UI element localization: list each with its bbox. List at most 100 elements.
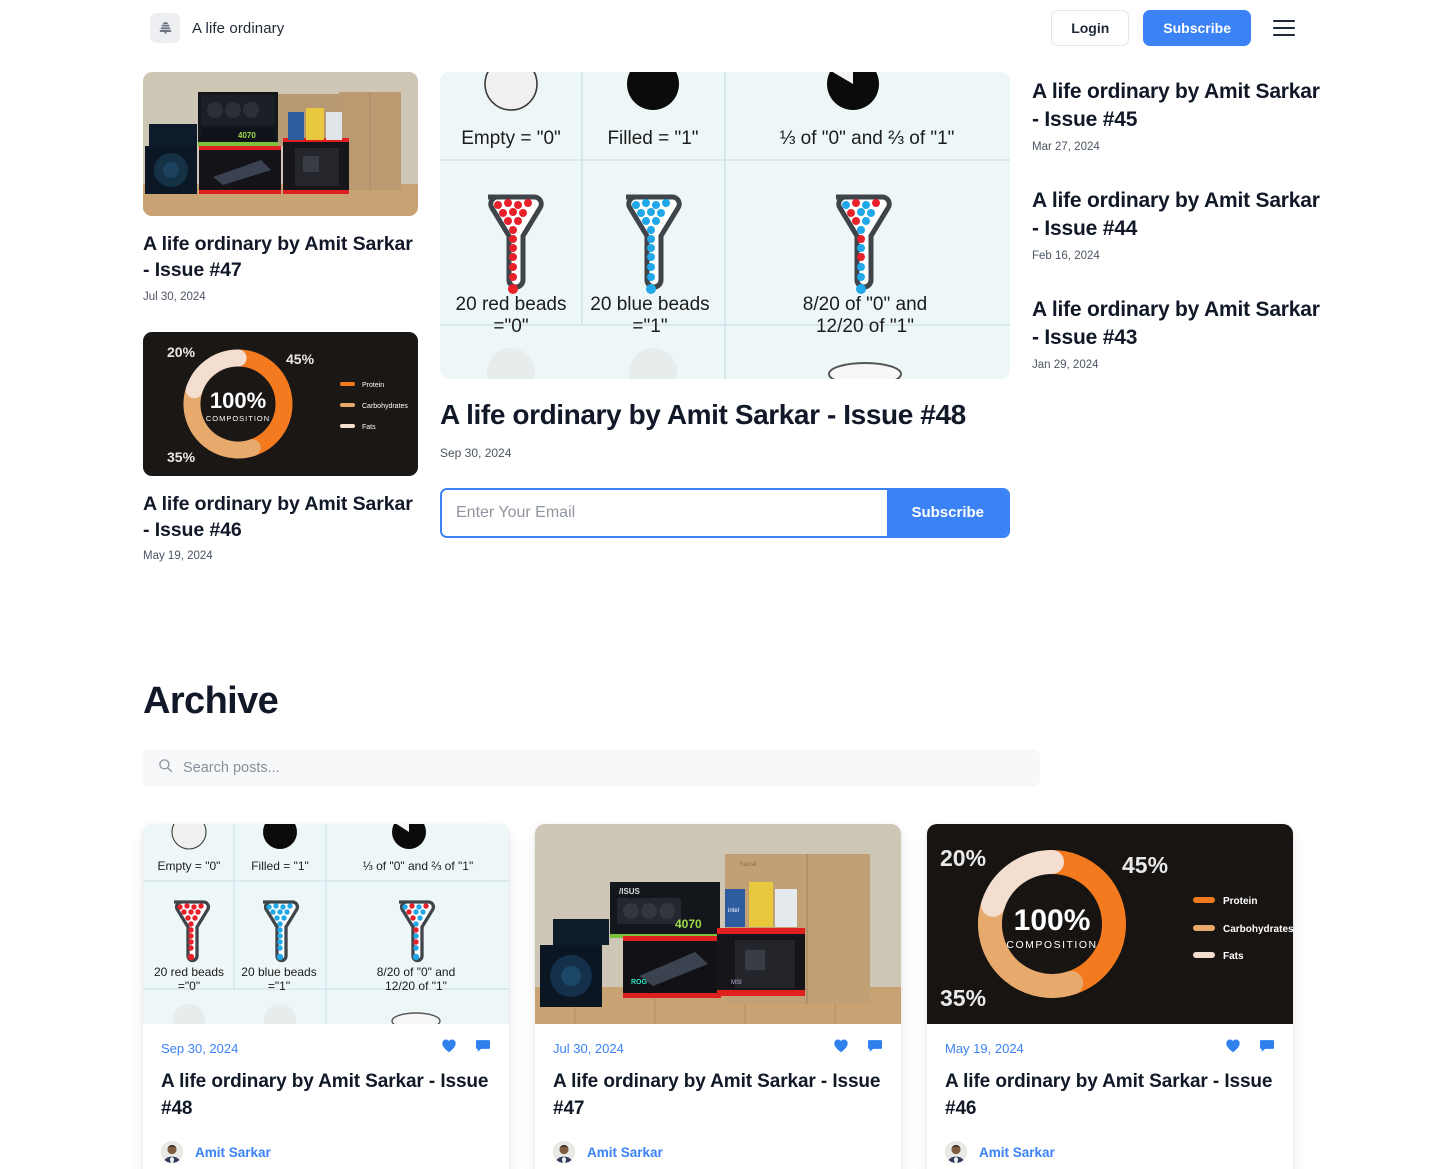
svg-text:20%: 20%: [940, 845, 986, 871]
hero-section: 4070 A life ordinary by Amit Sarkar - Is…: [0, 56, 1440, 562]
card-actions: [833, 1038, 883, 1058]
qubit-beads-diagram[interactable]: Empty = "0" Filled = "1" ⅓ of "0" and ⅔ …: [143, 824, 509, 1025]
author-name[interactable]: Amit Sarkar: [587, 1145, 663, 1160]
svg-text:8/20 of "0" and: 8/20 of "0" and: [377, 965, 456, 979]
card-actions: [441, 1038, 491, 1058]
card-date: Jul 30, 2024: [553, 1040, 624, 1056]
card-body: Jul 30, 2024 A life ordinary by Amit Sar…: [535, 1024, 901, 1169]
post-title[interactable]: A life ordinary by Amit Sarkar - Issue #…: [143, 491, 418, 544]
beehive-icon: [150, 13, 180, 43]
archive-card-47[interactable]: fractal /ISUS 4070 ROG MSI intel Jul 30,…: [535, 824, 901, 1169]
card-author[interactable]: Amit Sarkar: [553, 1141, 883, 1164]
comment-icon[interactable]: [475, 1038, 491, 1058]
archive-card-46[interactable]: 100% COMPOSITION 20% 45% 35% Protein Car…: [927, 824, 1293, 1169]
card-meta: Sep 30, 2024: [161, 1038, 491, 1058]
search-posts-bar[interactable]: [143, 749, 1040, 788]
post-title[interactable]: A life ordinary by Amit Sarkar - Issue #…: [143, 231, 418, 284]
archive-grid: Empty = "0" Filled = "1" ⅓ of "0" and ⅔ …: [143, 824, 1440, 1169]
svg-text:35%: 35%: [167, 449, 196, 465]
recent-post-title[interactable]: A life ordinary by Amit Sarkar - Issue #…: [1032, 296, 1322, 352]
recent-post-43[interactable]: A life ordinary by Amit Sarkar - Issue #…: [1032, 296, 1322, 371]
archive-card-48[interactable]: Empty = "0" Filled = "1" ⅓ of "0" and ⅔ …: [143, 824, 509, 1169]
featured-post[interactable]: Empty = "0" Filled = "1" ⅓ of "0" and ⅔ …: [440, 72, 1010, 460]
svg-text:35%: 35%: [940, 985, 986, 1011]
heart-icon[interactable]: [441, 1038, 457, 1058]
svg-text:⅓ of "0" and ⅔ of "1": ⅓ of "0" and ⅔ of "1": [363, 859, 473, 873]
featured-post-date: Sep 30, 2024: [440, 445, 512, 460]
svg-text:ROG: ROG: [631, 979, 648, 986]
svg-text:COMPOSITION: COMPOSITION: [206, 414, 270, 423]
subscribe-submit-button[interactable]: Subscribe: [887, 489, 1008, 536]
svg-text:20 red beads: 20 red beads: [154, 965, 224, 979]
hero-featured-column: Empty = "0" Filled = "1" ⅓ of "0" and ⅔ …: [440, 72, 1010, 562]
svg-text:COMPOSITION: COMPOSITION: [1006, 939, 1097, 951]
card-meta: Jul 30, 2024: [553, 1038, 883, 1058]
card-body: May 19, 2024 A life ordinary by Amit Sar…: [927, 1024, 1293, 1169]
svg-text:Fats: Fats: [1223, 951, 1244, 962]
hamburger-menu-icon[interactable]: [1273, 20, 1295, 36]
heart-icon[interactable]: [1225, 1038, 1241, 1058]
svg-text:20%: 20%: [167, 344, 196, 360]
svg-text:Carbohydrates: Carbohydrates: [1223, 924, 1293, 935]
svg-text:MSI: MSI: [731, 980, 742, 986]
recent-post-44[interactable]: A life ordinary by Amit Sarkar - Issue #…: [1032, 187, 1322, 262]
hero-post-47[interactable]: 4070 A life ordinary by Amit Sarkar - Is…: [143, 72, 418, 303]
card-title[interactable]: A life ordinary by Amit Sarkar - Issue #…: [945, 1069, 1275, 1123]
login-button[interactable]: Login: [1051, 10, 1130, 46]
svg-text:Empty = "0": Empty = "0": [461, 128, 561, 149]
email-field[interactable]: [442, 489, 888, 536]
pc-components-boxes-photo[interactable]: fractal /ISUS 4070 ROG MSI intel: [535, 824, 901, 1025]
card-title[interactable]: A life ordinary by Amit Sarkar - Issue #…: [161, 1069, 491, 1123]
hero-post-46[interactable]: 100% COMPOSITION 20% 45% 35% Protein Car…: [143, 331, 418, 562]
svg-text:20 blue beads: 20 blue beads: [241, 965, 316, 979]
site-header: A life ordinary Login Subscribe: [0, 0, 1440, 56]
recent-posts-list: A life ordinary by Amit Sarkar - Issue #…: [1032, 72, 1322, 562]
comment-icon[interactable]: [867, 1038, 883, 1058]
svg-text:8/20 of "0" and: 8/20 of "0" and: [803, 294, 927, 315]
svg-text:intel: intel: [728, 908, 739, 914]
author-name[interactable]: Amit Sarkar: [979, 1145, 1055, 1160]
svg-text:="0": ="0": [493, 316, 528, 337]
macronutrient-donut-chart[interactable]: 100% COMPOSITION 20% 45% 35% Protein Car…: [927, 824, 1293, 1025]
svg-text:4070: 4070: [675, 917, 702, 931]
header-actions: Login Subscribe: [1051, 10, 1295, 46]
card-actions: [1225, 1038, 1275, 1058]
author-name[interactable]: Amit Sarkar: [195, 1145, 271, 1160]
recent-post-date: Mar 27, 2024: [1032, 140, 1100, 153]
brand[interactable]: A life ordinary: [150, 13, 284, 43]
svg-text:⅓ of "0" and ⅔ of "1": ⅓ of "0" and ⅔ of "1": [780, 128, 955, 149]
recent-post-45[interactable]: A life ordinary by Amit Sarkar - Issue #…: [1032, 78, 1322, 153]
post-date: Jul 30, 2024: [143, 290, 206, 303]
svg-text:20 blue beads: 20 blue beads: [590, 294, 709, 315]
svg-text:Filled = "1": Filled = "1": [251, 859, 309, 873]
recent-post-title[interactable]: A life ordinary by Amit Sarkar - Issue #…: [1032, 187, 1322, 243]
svg-text:12/20 of "1": 12/20 of "1": [816, 316, 914, 337]
card-author[interactable]: Amit Sarkar: [945, 1141, 1275, 1164]
recent-post-title[interactable]: A life ordinary by Amit Sarkar - Issue #…: [1032, 78, 1322, 134]
avatar: [553, 1141, 575, 1164]
subscribe-button-header[interactable]: Subscribe: [1143, 10, 1251, 46]
card-author[interactable]: Amit Sarkar: [161, 1141, 491, 1164]
card-date: Sep 30, 2024: [161, 1040, 239, 1056]
svg-text:="1": ="1": [268, 979, 290, 993]
heart-icon[interactable]: [833, 1038, 849, 1058]
card-meta: May 19, 2024: [945, 1038, 1275, 1058]
search-input[interactable]: [183, 760, 1025, 777]
svg-text:Protein: Protein: [1223, 896, 1257, 907]
svg-text:100%: 100%: [1014, 904, 1091, 937]
svg-text:Carbohydrates: Carbohydrates: [362, 403, 408, 410]
svg-text:100%: 100%: [210, 388, 266, 413]
archive-heading: Archive: [143, 680, 279, 723]
svg-text:Filled = "1": Filled = "1": [607, 128, 698, 149]
pc-components-boxes-photo: 4070: [143, 72, 418, 216]
subscribe-form: Subscribe: [440, 487, 1010, 538]
featured-post-title[interactable]: A life ordinary by Amit Sarkar - Issue #…: [440, 397, 1010, 433]
svg-text:Protein: Protein: [362, 382, 384, 389]
svg-text:fractal: fractal: [740, 862, 756, 868]
svg-text:45%: 45%: [1122, 852, 1168, 878]
comment-icon[interactable]: [1259, 1038, 1275, 1058]
card-title[interactable]: A life ordinary by Amit Sarkar - Issue #…: [553, 1069, 883, 1123]
macronutrient-donut-chart: 100% COMPOSITION 20% 45% 35% Protein Car…: [143, 331, 418, 476]
svg-text:12/20 of "1": 12/20 of "1": [385, 979, 447, 993]
card-body: Sep 30, 2024 A life ordinary by Amit Sar…: [143, 1024, 509, 1169]
